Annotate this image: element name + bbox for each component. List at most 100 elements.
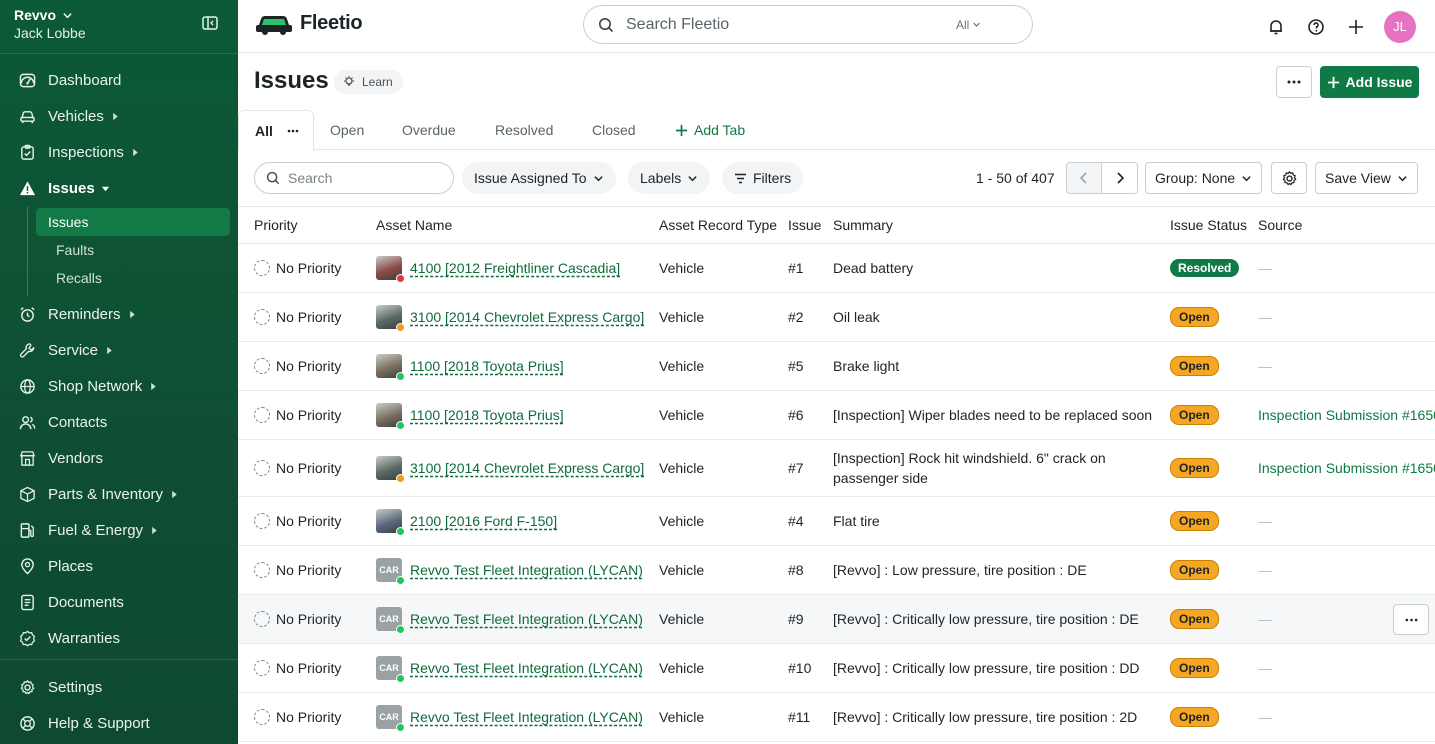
sidebar-divider [0, 659, 238, 660]
asset-link[interactable]: 2100 [2016 Ford F-150] [410, 513, 557, 529]
sidebar-item-label: Documents [48, 593, 124, 611]
asset-link[interactable]: 4100 [2012 Freightliner Cascadia] [410, 260, 620, 276]
column-header-asset-record-type[interactable]: Asset Record Type [659, 217, 777, 233]
table-row[interactable]: No Priority 4100 [2012 Freightliner Casc… [238, 244, 1435, 293]
asset-link[interactable]: 1100 [2018 Toyota Prius] [410, 407, 564, 423]
sidebar-item-settings[interactable]: Settings [0, 669, 238, 705]
column-header-issue-status[interactable]: Issue Status [1170, 217, 1247, 233]
tab-overdue[interactable]: Overdue [402, 110, 456, 150]
learn-button[interactable]: Learn [334, 70, 403, 94]
asset-link[interactable]: 3100 [2014 Chevrolet Express Cargo] [410, 460, 644, 476]
column-header-priority[interactable]: Priority [254, 217, 298, 233]
source-link[interactable]: Inspection Submission #1650 [1258, 460, 1435, 476]
priority-cell[interactable]: No Priority [254, 546, 341, 594]
column-header-summary[interactable]: Summary [833, 217, 893, 233]
table-row[interactable]: No Priority CAR Revvo Test Fleet Integrat… [238, 644, 1435, 693]
table-search[interactable] [254, 162, 454, 194]
asset-link[interactable]: 1100 [2018 Toyota Prius] [410, 358, 564, 374]
tab-open[interactable]: Open [330, 110, 364, 150]
account-switcher[interactable]: Revvo Jack Lobbe [14, 7, 86, 41]
tab-closed[interactable]: Closed [592, 110, 636, 150]
caret-right-icon [107, 346, 112, 354]
asset-link[interactable]: Revvo Test Fleet Integration (LYCAN) [410, 660, 643, 676]
source-link[interactable]: Inspection Submission #1650 [1258, 407, 1435, 423]
collapse-sidebar-icon[interactable] [201, 14, 221, 34]
global-search[interactable]: All [583, 5, 1033, 44]
global-search-input[interactable] [626, 15, 956, 34]
sidebar-item-help-support[interactable]: Help & Support [0, 705, 238, 741]
priority-cell[interactable]: No Priority [254, 440, 341, 496]
table-row[interactable]: No Priority CAR Revvo Test Fleet Integrat… [238, 595, 1435, 644]
previous-page-button[interactable] [1066, 162, 1102, 194]
warning-icon [19, 180, 36, 197]
priority-cell[interactable]: No Priority [254, 497, 341, 545]
map-pin-icon [19, 557, 36, 575]
more-horizontal-icon[interactable] [287, 129, 299, 133]
sidebar-item-issues[interactable]: Issues [0, 170, 238, 206]
issue-assigned-filter[interactable]: Issue Assigned To [462, 162, 616, 194]
column-header-asset-name[interactable]: Asset Name [376, 217, 452, 233]
priority-cell[interactable]: No Priority [254, 244, 341, 292]
table-row[interactable]: No Priority 2100 [2016 Ford F-150] Vehic… [238, 497, 1435, 546]
sidebar-item-reminders[interactable]: Reminders [0, 296, 238, 332]
asset-link[interactable]: Revvo Test Fleet Integration (LYCAN) [410, 562, 643, 578]
sidebar-item-vehicles[interactable]: Vehicles [0, 98, 238, 134]
group-by-select[interactable]: Group: None [1145, 162, 1263, 194]
table-row[interactable]: No Priority 3100 [2014 Chevrolet Express… [238, 293, 1435, 342]
priority-cell[interactable]: No Priority [254, 693, 341, 741]
subnav-item-issues[interactable]: Issues [36, 208, 230, 236]
table-row[interactable]: No Priority 1100 [2018 Toyota Prius] Veh… [238, 342, 1435, 391]
asset-thumbnail: CAR [376, 656, 405, 683]
filters-button[interactable]: Filters [722, 162, 804, 194]
contacts-icon [19, 414, 36, 431]
asset-link[interactable]: Revvo Test Fleet Integration (LYCAN) [410, 611, 643, 627]
column-header-source[interactable]: Source [1258, 217, 1302, 233]
table-search-input[interactable] [288, 170, 438, 186]
sidebar-item-vendors[interactable]: Vendors [0, 440, 238, 476]
save-view-button[interactable]: Save View [1315, 162, 1418, 194]
sidebar-item-fuel-energy[interactable]: Fuel & Energy [0, 512, 238, 548]
table-row[interactable]: No Priority 1100 [2018 Toyota Prius] Veh… [238, 391, 1435, 440]
asset-link[interactable]: Revvo Test Fleet Integration (LYCAN) [410, 709, 643, 725]
search-scope-label: All [956, 17, 970, 32]
top-bar: Fleetio All JL [238, 0, 1435, 53]
sidebar-item-service[interactable]: Service [0, 332, 238, 368]
sidebar-item-warranties[interactable]: Warranties [0, 620, 238, 656]
priority-cell[interactable]: No Priority [254, 644, 341, 692]
subnav-item-recalls[interactable]: Recalls [36, 264, 230, 292]
column-header-issue[interactable]: Issue [788, 217, 821, 233]
sidebar-item-contacts[interactable]: Contacts [0, 404, 238, 440]
status-badge: Open [1170, 658, 1219, 678]
table-row[interactable]: No Priority 3100 [2014 Chevrolet Express… [238, 440, 1435, 497]
table-settings-button[interactable] [1271, 162, 1307, 194]
priority-cell[interactable]: No Priority [254, 342, 341, 390]
avatar[interactable]: JL [1384, 10, 1416, 43]
sidebar-item-places[interactable]: Places [0, 548, 238, 584]
page-more-button[interactable] [1276, 66, 1312, 98]
add-issue-button[interactable]: Add Issue [1320, 66, 1419, 98]
search-scope-select[interactable]: All [956, 18, 981, 32]
next-page-button[interactable] [1102, 162, 1138, 194]
table-row[interactable]: No Priority CAR Revvo Test Fleet Integrat… [238, 693, 1435, 742]
sidebar-item-documents[interactable]: Documents [0, 584, 238, 620]
sidebar-item-parts-inventory[interactable]: Parts & Inventory [0, 476, 238, 512]
row-more-button[interactable] [1393, 604, 1429, 635]
priority-cell[interactable]: No Priority [254, 293, 341, 341]
table-row[interactable]: No Priority CAR Revvo Test Fleet Integrat… [238, 546, 1435, 595]
labels-filter[interactable]: Labels [628, 162, 711, 194]
asset-link[interactable]: 3100 [2014 Chevrolet Express Cargo] [410, 309, 644, 325]
help-button[interactable] [1296, 7, 1336, 47]
notifications-button[interactable] [1256, 7, 1296, 47]
priority-cell[interactable]: No Priority [254, 595, 341, 643]
add-tab-button[interactable]: Add Tab [675, 110, 745, 150]
sidebar-item-dashboard[interactable]: Dashboard [0, 62, 238, 98]
tab-resolved[interactable]: Resolved [495, 110, 553, 150]
sidebar-item-shop-network[interactable]: Shop Network [0, 368, 238, 404]
subnav-item-faults[interactable]: Faults [36, 236, 230, 264]
create-button[interactable] [1336, 7, 1376, 47]
fleetio-logo[interactable]: Fleetio [254, 10, 363, 36]
issue-number: #7 [788, 460, 804, 476]
tab-all[interactable]: All [238, 110, 314, 151]
priority-cell[interactable]: No Priority [254, 391, 341, 439]
sidebar-item-inspections[interactable]: Inspections [0, 134, 238, 170]
